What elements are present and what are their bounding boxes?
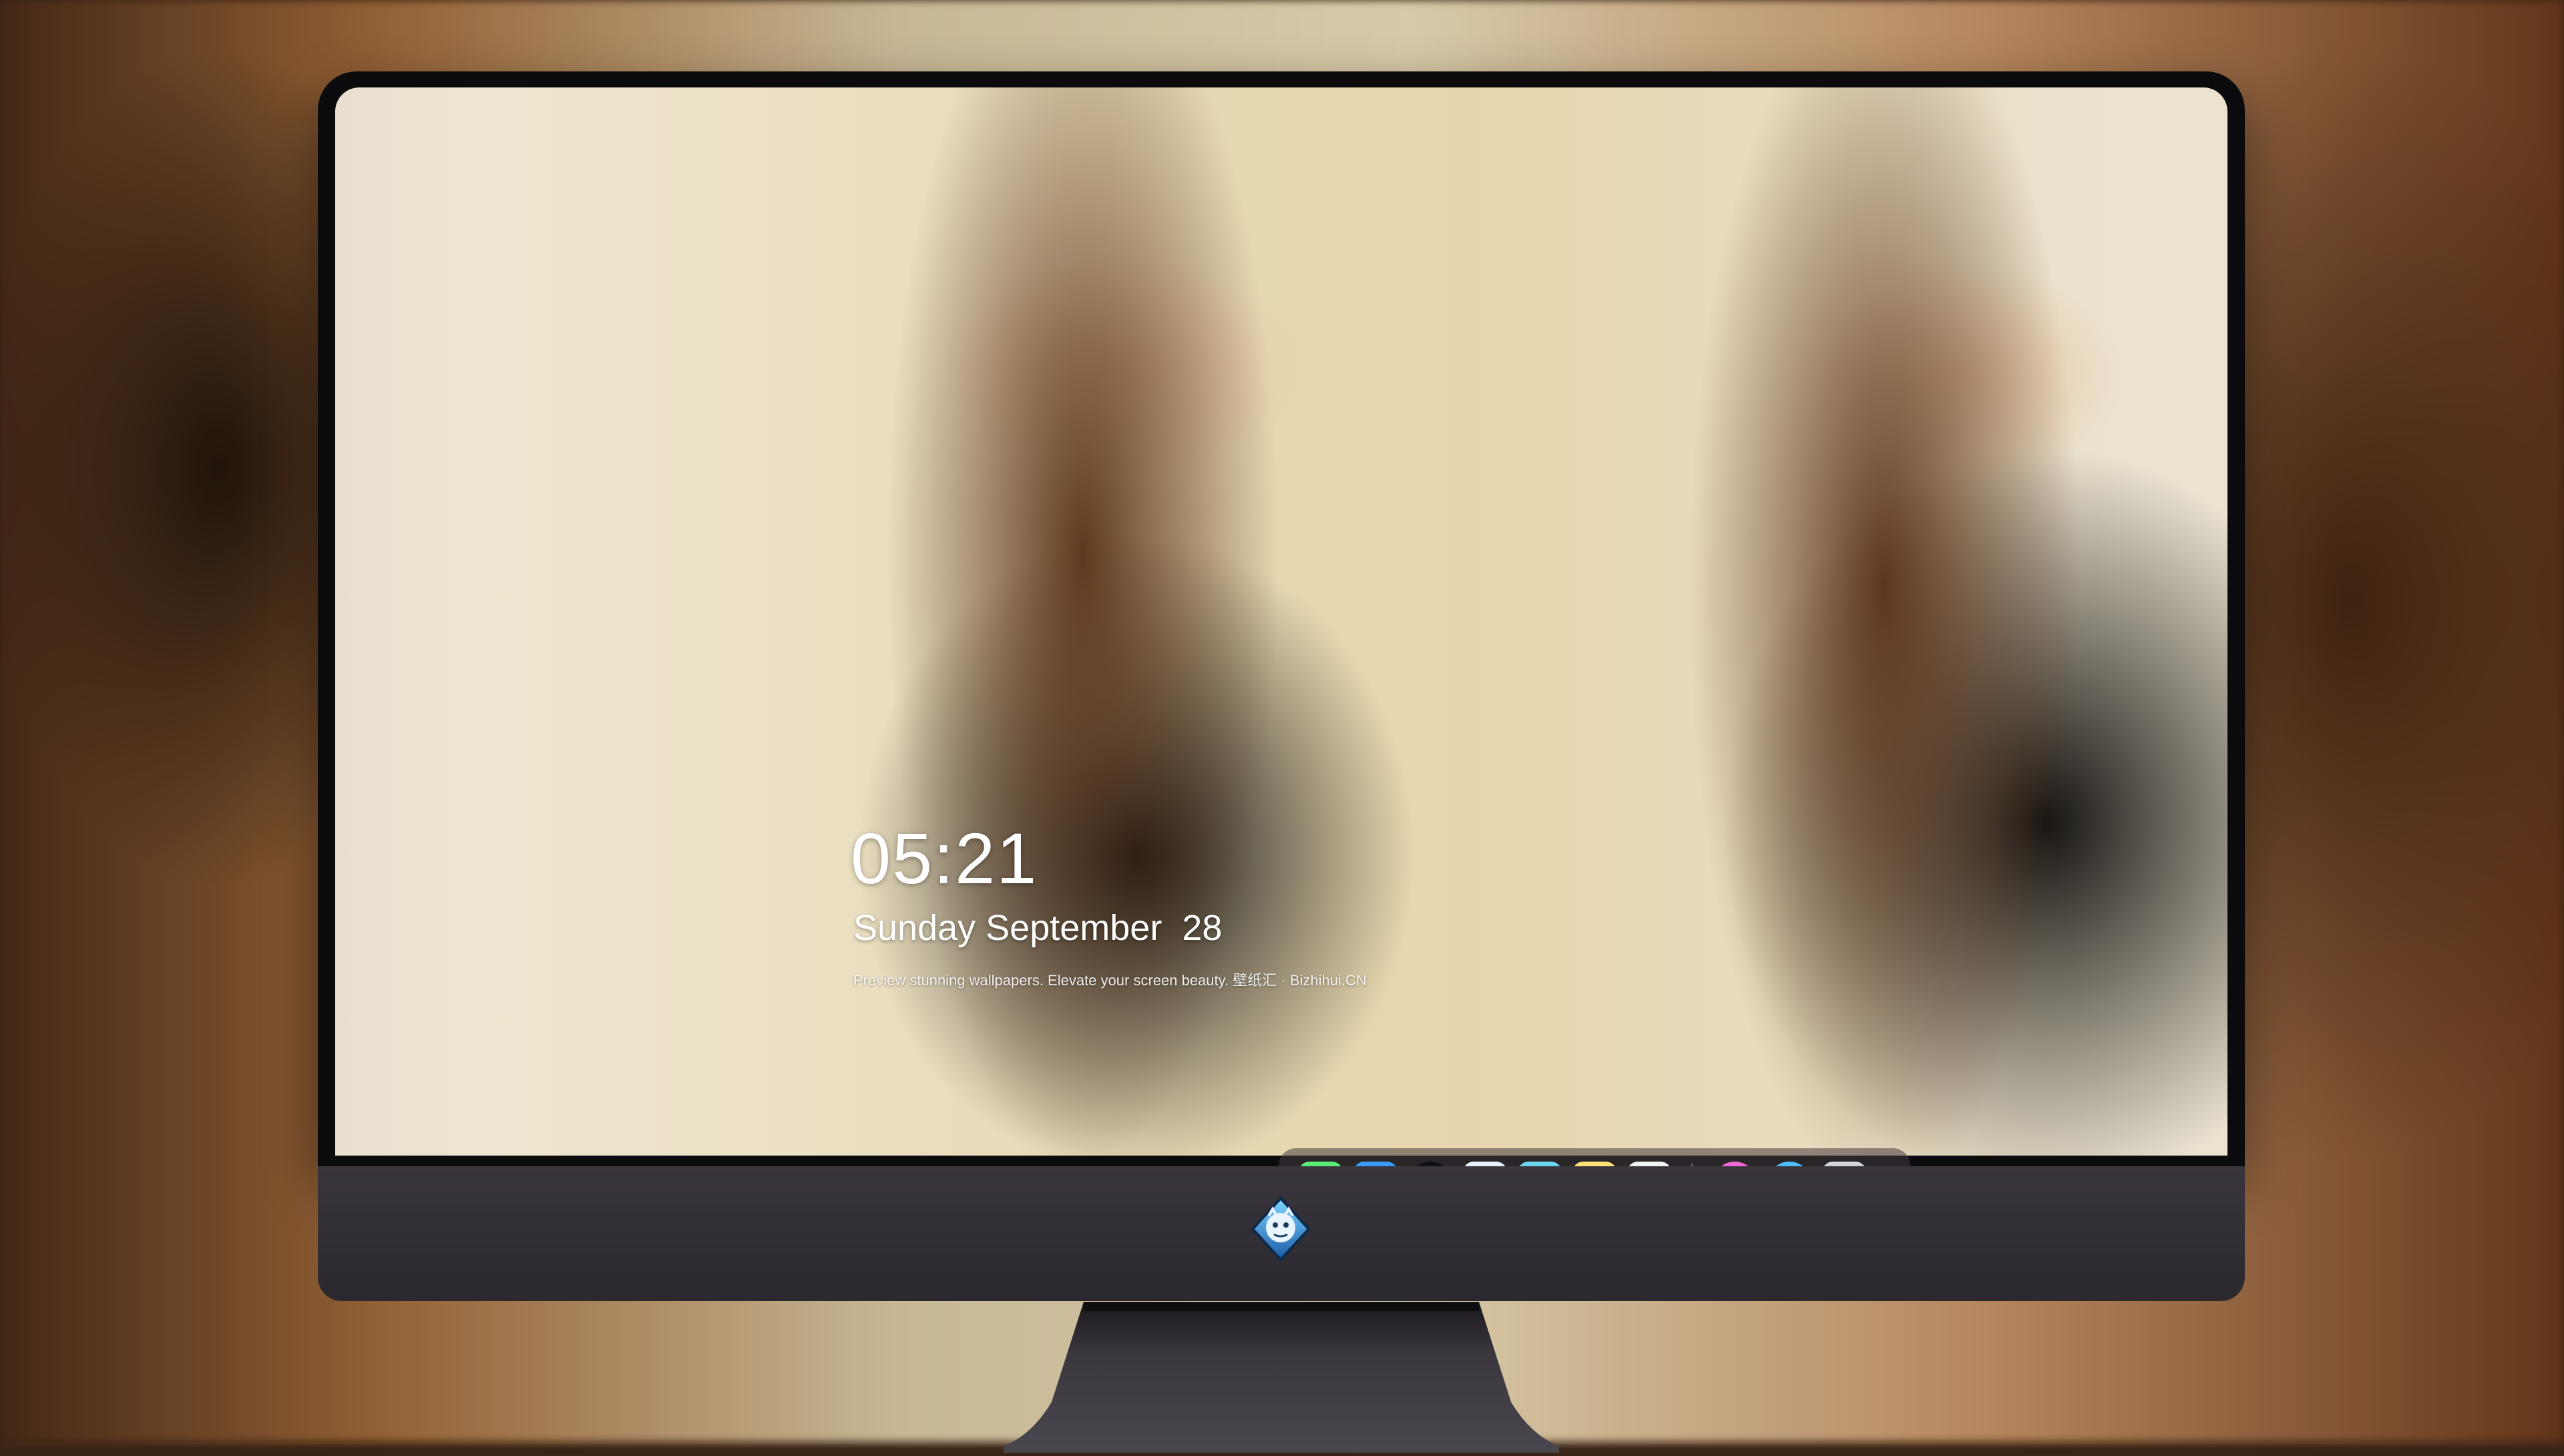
desktop-screen: 05:21 Sunday September 28 Preview stunni… xyxy=(335,87,2227,1156)
lockscreen-date: Sunday September 28 xyxy=(853,908,1223,948)
imac-monitor: 05:21 Sunday September 28 Preview stunni… xyxy=(318,71,2245,1453)
monitor-bezel: 05:21 Sunday September 28 Preview stunni… xyxy=(318,71,2245,1166)
brand-logo xyxy=(1247,1196,1314,1262)
lockscreen-time: 05:21 xyxy=(851,818,1038,899)
monitor-stand xyxy=(1004,1302,1559,1453)
lockscreen-tagline: Preview stunning wallpapers. Elevate you… xyxy=(853,972,1367,989)
